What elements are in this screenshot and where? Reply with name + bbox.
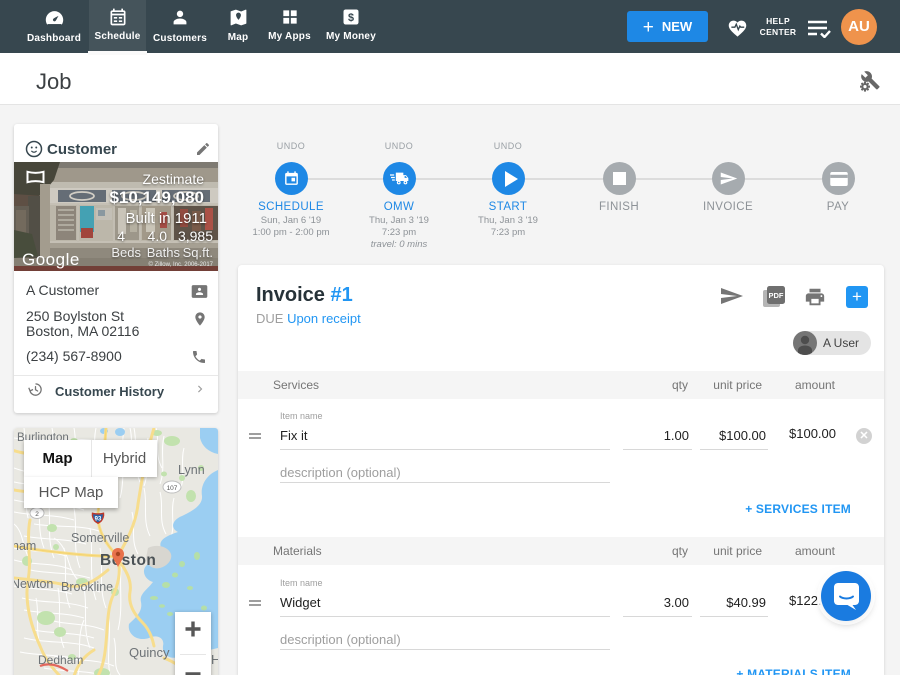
svg-text:107: 107 (167, 485, 178, 492)
svg-text:Hi: Hi (211, 652, 218, 667)
svg-text:PDF: PDF (769, 291, 784, 300)
svg-text:$: $ (348, 12, 354, 24)
svg-text:ham: ham (14, 539, 36, 553)
svg-text:93: 93 (95, 517, 102, 523)
svg-text:Dedham: Dedham (38, 653, 83, 667)
svg-text:Quincy: Quincy (129, 645, 170, 660)
svg-text:Lynn: Lynn (178, 463, 205, 477)
svg-text:2: 2 (35, 511, 39, 518)
svg-text:Somerville: Somerville (71, 531, 129, 545)
svg-text:Boston: Boston (100, 552, 156, 569)
svg-text:Brookline: Brookline (61, 580, 113, 594)
svg-text:Newton: Newton (14, 577, 53, 591)
